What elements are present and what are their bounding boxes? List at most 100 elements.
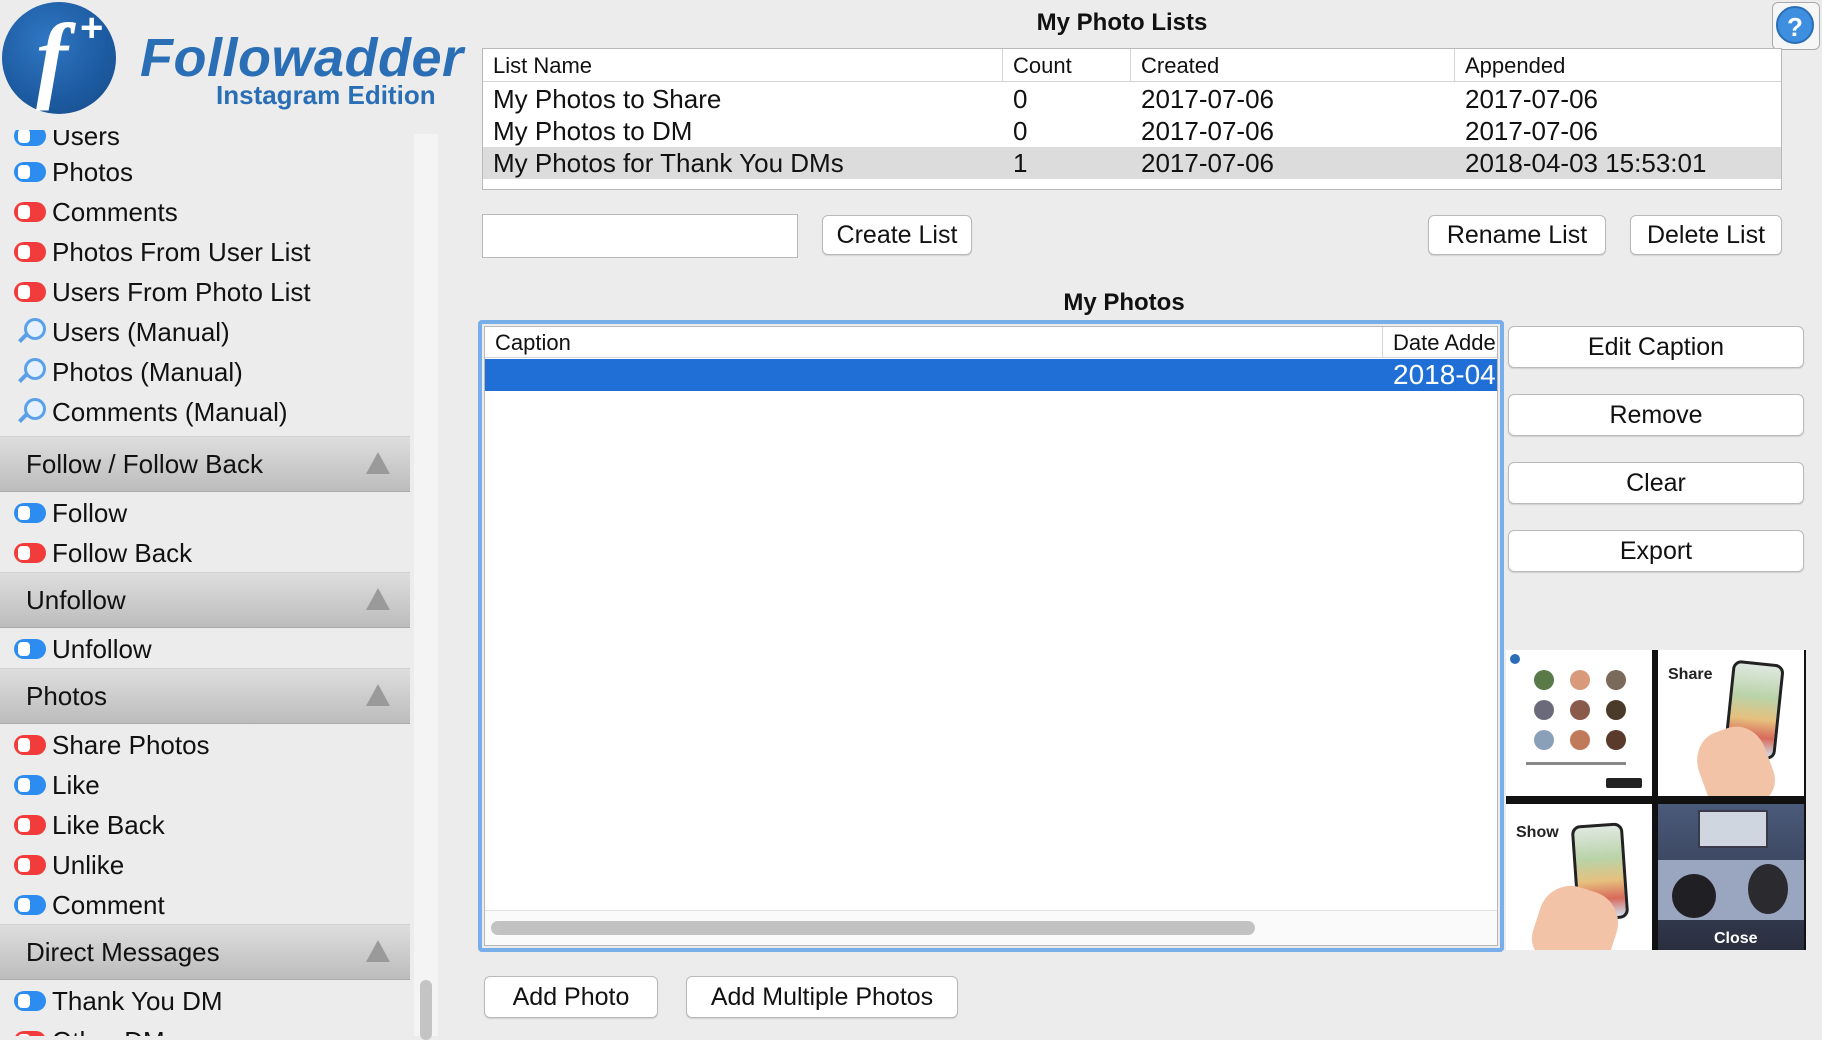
magnifier-icon (14, 318, 46, 348)
sidebar-item-like-back[interactable]: Like Back (0, 805, 410, 845)
collapse-triangle-icon[interactable] (366, 684, 390, 706)
sidebar-item-other-dm[interactable]: Other DM (0, 1021, 410, 1036)
sidebar-item-label: Like Back (52, 810, 165, 840)
sidebar-item-label: Comments (Manual) (52, 397, 288, 427)
photo-lists-table[interactable]: List Name Count Created Appended My Phot… (482, 48, 1782, 190)
magnifier-icon (14, 398, 46, 428)
sidebar-item-comments-manual[interactable]: Comments (Manual) (0, 392, 410, 432)
sidebar-item-label: Like (52, 770, 100, 800)
section-title: Unfollow (26, 585, 126, 615)
cell-created: 2017-07-06 (1141, 116, 1274, 146)
cell-caption (485, 359, 1383, 391)
create-list-button[interactable]: Create List (822, 215, 972, 255)
sidebar-item-users-from-photo-list[interactable]: Users From Photo List (0, 272, 410, 312)
help-button[interactable]: ? (1776, 6, 1814, 44)
table-row[interactable]: My Photos to DM 0 2017-07-06 2017-07-06 (483, 115, 1781, 147)
sidebar-item-follow-back[interactable]: Follow Back (0, 533, 410, 573)
sidebar-item-follow[interactable]: Follow (0, 493, 410, 533)
toggle-on-icon[interactable] (14, 895, 46, 915)
toggle-off-icon[interactable] (14, 855, 46, 875)
toggle-on-icon[interactable] (14, 991, 46, 1011)
sidebar-item-label: Users (Manual) (52, 317, 230, 347)
collapse-triangle-icon[interactable] (366, 588, 390, 610)
toggle-off-icon[interactable] (14, 282, 46, 302)
edit-caption-button[interactable]: Edit Caption (1508, 326, 1804, 368)
sidebar-scrollbar-thumb[interactable] (420, 980, 432, 1040)
horizontal-scrollbar[interactable] (485, 910, 1497, 945)
column-header-caption[interactable]: Caption (485, 327, 1383, 357)
sidebar-item-label: Follow (52, 498, 128, 528)
table-row-selected[interactable]: My Photos for Thank You DMs 1 2017-07-06… (483, 147, 1781, 179)
sidebar-item-label: Comments (52, 197, 178, 227)
table-row-selected[interactable]: 2018-04 (485, 359, 1497, 391)
sidebar-item-photos-from-user-list[interactable]: Photos From User List (0, 232, 410, 272)
horizontal-scrollbar-thumb[interactable] (491, 921, 1255, 935)
section-header-unfollow[interactable]: Unfollow (0, 572, 410, 628)
sidebar-item-comments[interactable]: Comments (0, 192, 410, 232)
toggle-on-icon[interactable] (14, 639, 46, 659)
toggle-on-icon[interactable] (14, 130, 46, 146)
sidebar-item-comment[interactable]: Comment (0, 885, 410, 925)
sidebar-item-label: Photos (52, 157, 133, 187)
collapse-triangle-icon[interactable] (366, 452, 390, 474)
section-header-follow[interactable]: Follow / Follow Back (0, 436, 410, 492)
remove-button[interactable]: Remove (1508, 394, 1804, 436)
sidebar-item-unfollow[interactable]: Unfollow (0, 629, 410, 669)
sidebar-item-label: Unfollow (52, 634, 152, 664)
toggle-off-icon[interactable] (14, 242, 46, 262)
section-header-direct-messages[interactable]: Direct Messages (0, 924, 410, 980)
toggle-on-icon[interactable] (14, 162, 46, 182)
toggle-off-icon[interactable] (14, 815, 46, 835)
toggle-on-icon[interactable] (14, 503, 46, 523)
sidebar-item-photos-manual[interactable]: Photos (Manual) (0, 352, 410, 392)
column-header-date-added[interactable]: Date Adde (1383, 327, 1497, 357)
sidebar-item-share-photos[interactable]: Share Photos (0, 725, 410, 765)
magnifier-icon (14, 358, 46, 388)
my-photos-title: My Photos (1063, 289, 1185, 316)
table-row[interactable]: My Photos to Share 0 2017-07-06 2017-07-… (483, 83, 1781, 115)
section-header-photos[interactable]: Photos (0, 668, 410, 724)
toggle-off-icon[interactable] (14, 543, 46, 563)
toggle-off-icon[interactable] (14, 1031, 46, 1036)
logo-f-icon: f + (2, 2, 116, 114)
clear-button[interactable]: Clear (1508, 462, 1804, 504)
sidebar-item-photos[interactable]: Photos (0, 152, 410, 192)
sidebar-scrollbar[interactable] (414, 134, 438, 1036)
sidebar: Users Photos Comments Photos From User L… (0, 130, 410, 1036)
column-header-list-name[interactable]: List Name (483, 49, 1003, 81)
preview-avatar-grid-image (1506, 650, 1652, 796)
add-multiple-photos-button[interactable]: Add Multiple Photos (686, 976, 958, 1018)
toggle-off-icon[interactable] (14, 202, 46, 222)
sidebar-item-like[interactable]: Like (0, 765, 410, 805)
app-logo: f + Followadder Instagram Edition (0, 0, 463, 132)
column-header-appended[interactable]: Appended (1455, 49, 1781, 81)
sidebar-item-users-manual[interactable]: Users (Manual) (0, 312, 410, 352)
export-button[interactable]: Export (1508, 530, 1804, 572)
sidebar-item-label: Thank You DM (52, 986, 223, 1016)
section-title: Photos (26, 681, 107, 711)
cell-appended: 2017-07-06 (1465, 84, 1598, 114)
new-list-name-input[interactable] (482, 214, 798, 258)
cell-count: 0 (1013, 116, 1028, 146)
sidebar-item-label: Users From Photo List (52, 277, 311, 307)
my-photos-table[interactable]: Caption Date Adde 2018-04 (484, 326, 1498, 946)
sidebar-item-label: Photos (Manual) (52, 357, 243, 387)
cell-count: 0 (1013, 84, 1028, 114)
toggle-on-icon[interactable] (14, 775, 46, 795)
cell-created: 2017-07-06 (1141, 84, 1274, 114)
cell-created: 2017-07-06 (1141, 148, 1274, 178)
sidebar-item-thank-you-dm[interactable]: Thank You DM (0, 981, 410, 1021)
delete-list-button[interactable]: Delete List (1630, 215, 1782, 255)
add-photo-button[interactable]: Add Photo (484, 976, 658, 1018)
column-header-count[interactable]: Count (1003, 49, 1131, 81)
collapse-triangle-icon[interactable] (366, 940, 390, 962)
photo-preview: Share Show Close (1506, 650, 1806, 950)
section-title: Direct Messages (26, 937, 220, 967)
logo-edition: Instagram Edition (216, 80, 436, 110)
toggle-off-icon[interactable] (14, 735, 46, 755)
sidebar-item-unlike[interactable]: Unlike (0, 845, 410, 885)
preview-close-image: Close (1658, 804, 1804, 950)
column-header-created[interactable]: Created (1131, 49, 1455, 81)
sidebar-item-label: Share Photos (52, 730, 210, 760)
rename-list-button[interactable]: Rename List (1428, 215, 1606, 255)
